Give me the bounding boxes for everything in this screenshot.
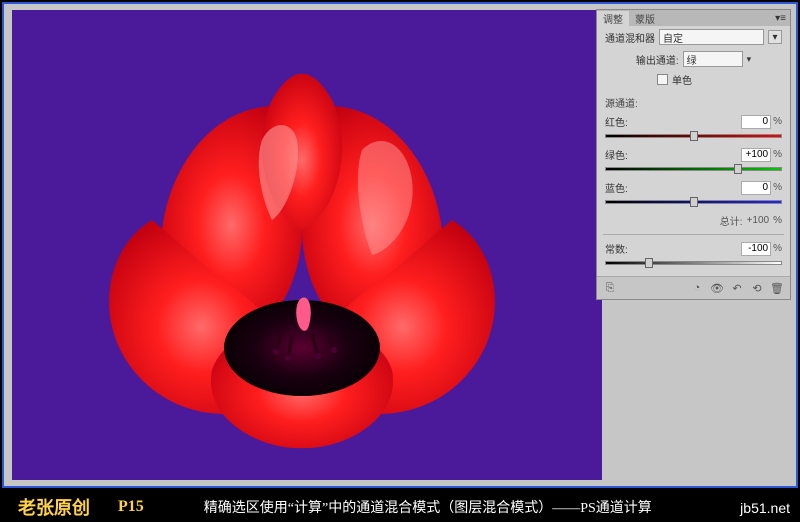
slider-green: 绿色: % (597, 145, 790, 174)
chevron-down-icon: ▾ (747, 54, 752, 65)
visibility-icon[interactable]: 👁 (710, 281, 724, 295)
caption-bar: 老张原创 P15 精确选区使用“计算”中的通道混合模式（图层混合模式）——PS通… (0, 492, 800, 522)
green-slider-track[interactable] (605, 164, 782, 174)
clip-icon[interactable]: ◔ (690, 281, 704, 295)
slider-thumb[interactable] (734, 164, 742, 174)
monochrome-checkbox[interactable] (657, 74, 668, 85)
green-value-input[interactable] (741, 148, 771, 162)
total-label: 总计: (720, 213, 743, 228)
panel-footer: ⎘ ◔ 👁 ↶ ⟲ 🗑 (597, 276, 790, 299)
trash-icon[interactable]: 🗑 (770, 281, 784, 295)
slider-thumb[interactable] (645, 258, 653, 268)
channel-mixer-panel: 调整 蒙版 ▾≡ 通道混和器 自定 ▾ 输出通道: 绿 ▾ 单色 源通道: 红色… (596, 9, 791, 300)
divider (603, 234, 784, 235)
link-icon[interactable]: ⎘ (603, 281, 617, 295)
total-value: +100 (747, 215, 770, 226)
red-value-input[interactable] (741, 115, 771, 129)
preset-select[interactable]: 自定 (659, 29, 764, 45)
caption-author: 老张原创 (18, 494, 90, 520)
slider-label: 绿色: (605, 147, 628, 162)
preset-row: 通道混和器 自定 ▾ (597, 26, 790, 48)
total-row: 总计: +100 % (597, 211, 790, 230)
blue-value-input[interactable] (741, 181, 771, 195)
percent-label: % (773, 116, 782, 127)
reset-icon[interactable]: ⟲ (750, 281, 764, 295)
percent-label: % (773, 243, 782, 254)
slider-blue: 蓝色: % (597, 178, 790, 207)
monochrome-label: 单色 (672, 72, 692, 87)
percent-label: % (773, 215, 782, 226)
tab-adjust[interactable]: 调整 (597, 11, 629, 26)
output-label: 输出通道: (636, 52, 679, 67)
slider-thumb[interactable] (690, 197, 698, 207)
red-slider-track[interactable] (605, 131, 782, 141)
caption-page: P15 (118, 498, 144, 516)
panel-menu-icon[interactable]: ▾≡ (771, 13, 790, 24)
slider-red: 红色: % (597, 112, 790, 141)
chevron-down-icon: ▾ (772, 32, 777, 43)
panel-title: 通道混和器 (605, 30, 655, 45)
slider-thumb[interactable] (690, 131, 698, 141)
percent-label: % (773, 182, 782, 193)
tab-mask[interactable]: 蒙版 (629, 11, 661, 26)
caption-title: 精确选区使用“计算”中的通道混合模式（图层混合模式）——PS通道计算 (204, 497, 652, 517)
image-canvas (12, 10, 602, 480)
source-channel-label: 源通道: (597, 93, 790, 112)
blue-slider-track[interactable] (605, 197, 782, 207)
slider-label: 常数: (605, 241, 628, 256)
constant-slider-track[interactable] (605, 258, 782, 268)
app-frame: 调整 蒙版 ▾≡ 通道混和器 自定 ▾ 输出通道: 绿 ▾ 单色 源通道: 红色… (2, 2, 798, 488)
flower-image (62, 70, 542, 450)
watermark: jb51.net (740, 500, 790, 516)
panel-tabs: 调整 蒙版 ▾≡ (597, 10, 790, 26)
slider-label: 红色: (605, 114, 628, 129)
output-row: 输出通道: 绿 ▾ (597, 48, 790, 70)
preset-menu-button[interactable]: ▾ (768, 30, 782, 44)
percent-label: % (773, 149, 782, 160)
slider-label: 蓝色: (605, 180, 628, 195)
slider-constant: 常数: % (597, 239, 790, 268)
constant-value-input[interactable] (741, 242, 771, 256)
output-channel-select[interactable]: 绿 (683, 51, 743, 67)
monochrome-row: 单色 (597, 70, 790, 93)
prev-state-icon[interactable]: ↶ (730, 281, 744, 295)
